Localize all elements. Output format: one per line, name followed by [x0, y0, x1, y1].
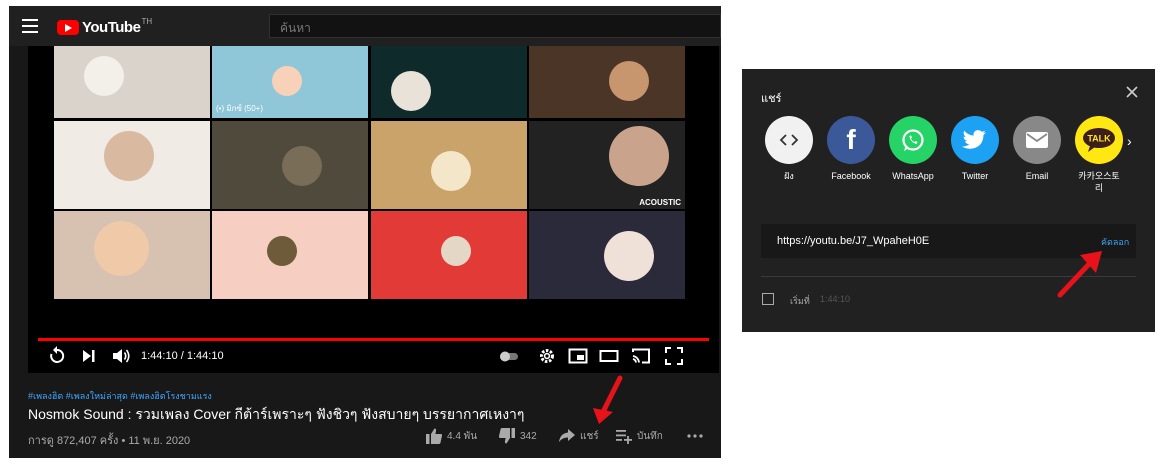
like-button[interactable]: 4.4 พัน	[425, 427, 477, 445]
share-url[interactable]: https://youtu.be/J7_WpaheH0E	[777, 235, 929, 247]
end-screen-thumbnail[interactable]	[54, 121, 210, 209]
thumbs-up-icon	[426, 428, 443, 444]
thumbnail-figure	[609, 126, 669, 186]
copy-button[interactable]: คัดลอก	[1101, 235, 1129, 249]
end-screen-thumbnail[interactable]: (•) มิกซ์ (50+)	[212, 46, 368, 118]
autoplay-toggle[interactable]	[498, 346, 520, 366]
share-option-label: Facebook	[831, 171, 871, 181]
share-option-label: 카카오스토리	[1078, 171, 1120, 193]
share-option-kakaotalk[interactable]: TALK 카카오스토리	[1068, 116, 1130, 194]
progress-bar[interactable]	[38, 338, 709, 341]
video-actions: 4.4 พัน 342 แชร์ บันทึก	[9, 427, 721, 449]
share-option-twitter[interactable]: Twitter	[944, 116, 1006, 182]
share-option-label: WhatsApp	[892, 171, 934, 181]
player-controls: 1:44:10 / 1:44:10	[28, 346, 719, 372]
add-to-playlist-icon	[616, 430, 632, 444]
search-input[interactable]: ค้นหา	[269, 14, 721, 38]
thumbnail-figure	[441, 236, 471, 266]
share-option-label: Twitter	[961, 171, 989, 181]
share-option-whatsapp[interactable]: WhatsApp	[882, 116, 944, 182]
thumbnail-figure	[609, 61, 649, 101]
end-screen-thumbnail[interactable]	[54, 46, 210, 118]
end-screen-thumbnail[interactable]: ACOUSTIC	[529, 121, 685, 209]
thumbnail-figure	[267, 236, 297, 266]
mix-badge: (•) มิกซ์ (50+)	[216, 104, 264, 113]
thumbnail-figure	[431, 151, 471, 191]
share-option-email[interactable]: Email	[1006, 116, 1068, 182]
close-icon[interactable]	[1125, 85, 1139, 99]
twitter-icon	[951, 116, 999, 164]
start-at-checkbox[interactable]	[762, 293, 774, 305]
share-option-facebook[interactable]: f Facebook	[820, 116, 882, 182]
settings-gear-icon[interactable]	[538, 346, 556, 366]
annotation-arrow-copy	[1057, 251, 1102, 298]
share-button[interactable]: แชร์	[558, 427, 599, 445]
video-hashtags[interactable]: #เพลงฮิต #เพลงใหม่ล่าสุด #เพลงฮิตโรงชามแ…	[28, 389, 212, 403]
next-icon[interactable]	[81, 346, 97, 366]
youtube-play-icon	[57, 19, 79, 35]
replay-icon[interactable]	[47, 346, 67, 366]
save-label: บันทึก	[637, 430, 663, 442]
thumbnail-caption: ACOUSTIC	[639, 198, 681, 207]
end-screen-thumbnail[interactable]	[212, 121, 368, 209]
youtube-logo[interactable]: YouTube TH	[57, 16, 153, 36]
thumbs-down-icon	[498, 428, 515, 444]
end-screen-thumbnail[interactable]	[54, 211, 210, 299]
topbar: YouTube TH ค้นหา	[9, 6, 721, 46]
end-screen-thumbnail[interactable]	[371, 211, 527, 299]
theater-mode-icon[interactable]	[599, 346, 619, 366]
thumbnail-figure	[94, 221, 149, 276]
save-button[interactable]: บันทึก	[615, 427, 663, 445]
end-screen-thumbnail[interactable]	[529, 46, 685, 118]
share-option-label: Email	[1025, 171, 1049, 181]
like-count: 4.4 พัน	[447, 430, 478, 442]
share-arrow-icon	[559, 429, 575, 442]
logo-text: YouTube	[82, 18, 141, 36]
thumbnail-figure	[84, 56, 124, 96]
facebook-icon: f	[827, 116, 875, 164]
share-label: แชร์	[580, 430, 599, 442]
thumbnail-figure	[604, 231, 654, 281]
chevron-right-icon[interactable]: ›	[1127, 133, 1132, 149]
end-screen-thumbnail[interactable]	[212, 211, 368, 299]
thumbnail-figure	[282, 146, 322, 186]
share-dialog-title: แชร์	[761, 93, 782, 105]
dislike-count: 342	[520, 430, 537, 442]
video-title: Nosmok Sound : รวมเพลง Cover กีต้าร์เพรา…	[28, 406, 525, 422]
thumbnail-figure	[391, 71, 431, 111]
start-at-time[interactable]: 1:44:10	[820, 294, 850, 304]
share-option-label: ฝัง	[784, 171, 794, 181]
cast-icon[interactable]	[630, 346, 652, 366]
email-icon	[1013, 116, 1061, 164]
whatsapp-icon	[889, 116, 937, 164]
miniplayer-icon[interactable]	[568, 346, 588, 366]
hamburger-menu-icon[interactable]	[22, 19, 38, 33]
share-option-embed[interactable]: ฝัง	[758, 116, 820, 182]
end-screen-thumbnail[interactable]	[529, 211, 685, 299]
end-screen-thumbnail[interactable]	[371, 46, 527, 118]
thumbnail-figure	[272, 66, 302, 96]
fullscreen-icon[interactable]	[664, 346, 684, 366]
logo-region: TH	[141, 16, 153, 26]
svg-text:TALK: TALK	[1087, 134, 1111, 144]
video-player[interactable]: (•) มิกซ์ (50+) ACOUSTIC 1:44:10 / 1:44:1…	[28, 46, 719, 373]
time-display: 1:44:10 / 1:44:10	[141, 350, 224, 362]
volume-icon[interactable]	[111, 346, 131, 366]
end-screen-thumbnail[interactable]	[371, 121, 527, 209]
kakaotalk-icon: TALK	[1075, 116, 1123, 164]
start-at-label: เริ่มที่	[790, 296, 810, 306]
more-actions-icon[interactable]	[687, 433, 707, 439]
embed-icon	[765, 116, 813, 164]
end-screen-grid: (•) มิกซ์ (50+) ACOUSTIC	[54, 46, 688, 299]
annotation-arrow-share	[593, 375, 623, 424]
youtube-window: YouTube TH ค้นหา (•) มิกซ์ (50+) ACOUSTIC…	[9, 6, 721, 458]
dislike-button[interactable]: 342	[498, 427, 537, 445]
thumbnail-figure	[104, 131, 154, 181]
